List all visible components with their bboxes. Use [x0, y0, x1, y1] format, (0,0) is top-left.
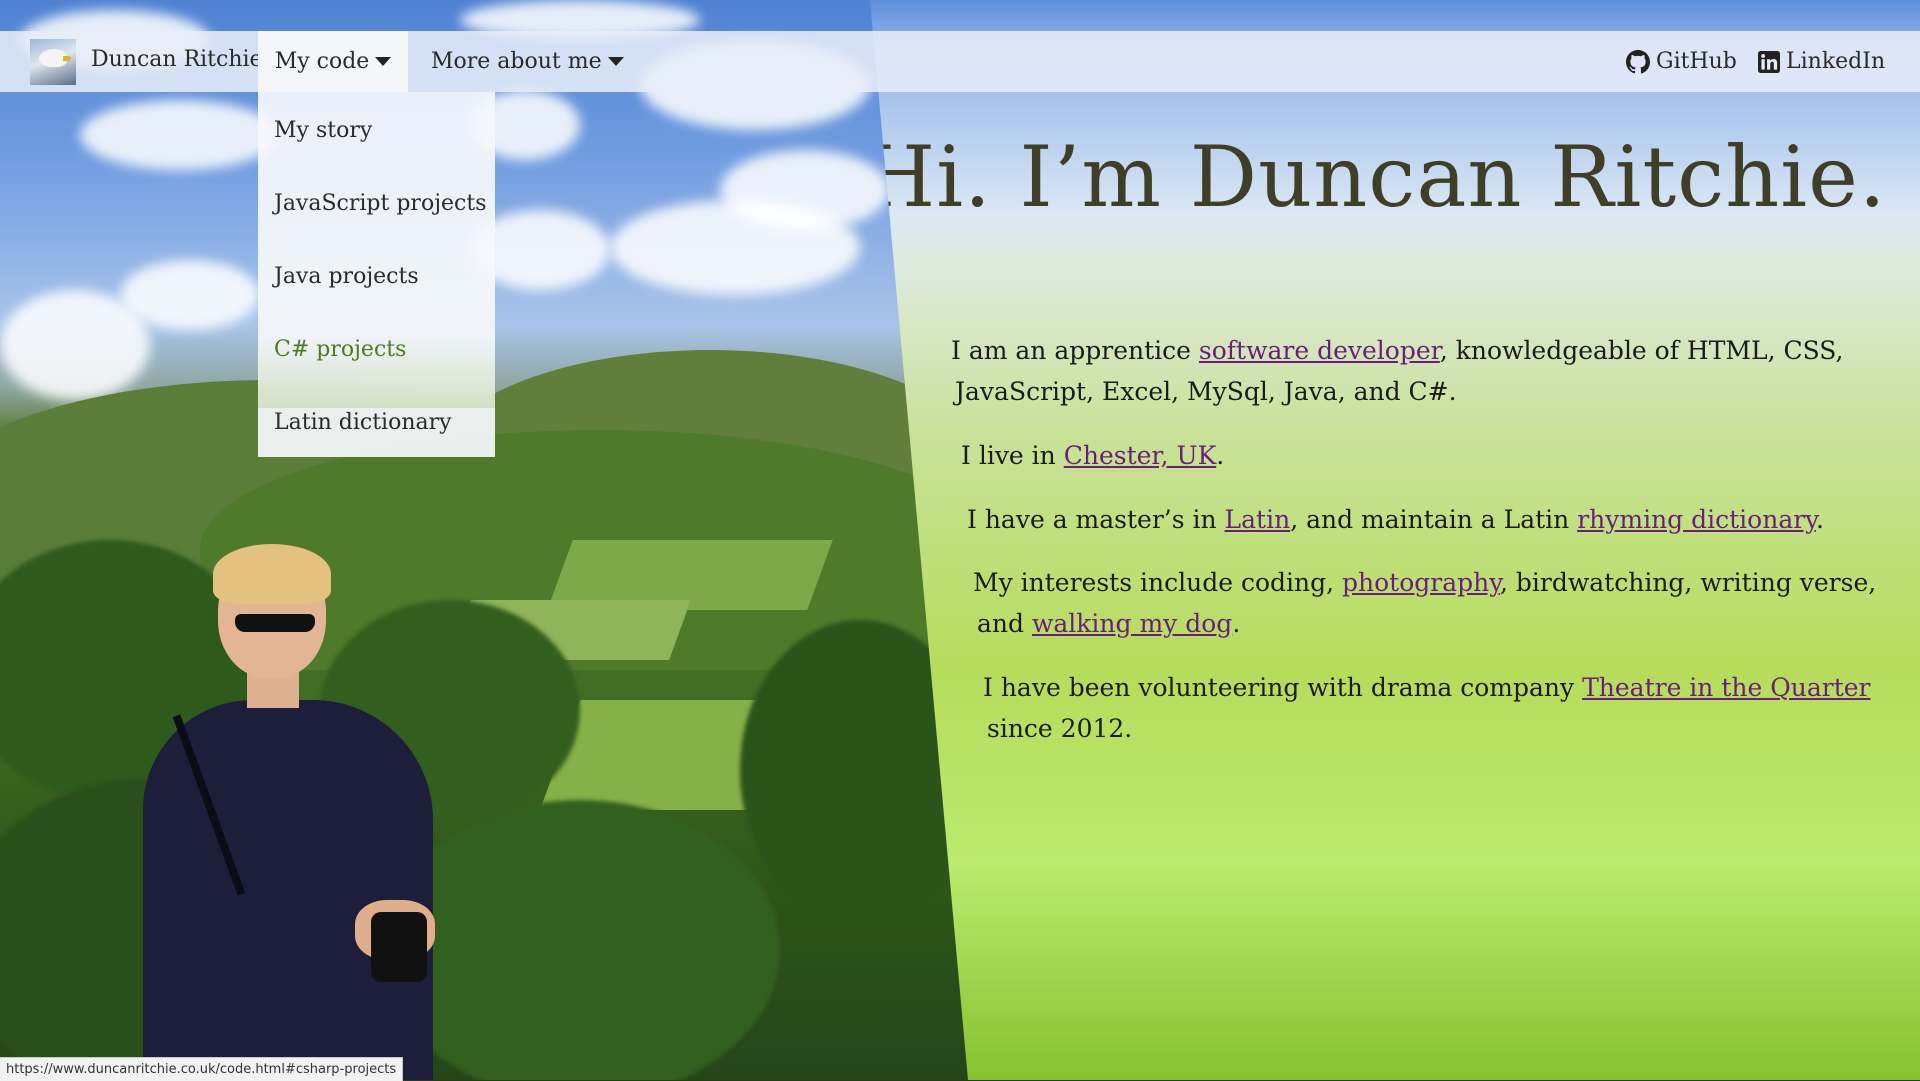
bio-paragraph-3: I have a master’s in Latin, and maintain… [967, 505, 1824, 534]
bio-paragraph-5: I have been volunteering with drama comp… [983, 673, 1871, 702]
cloud [610, 200, 860, 295]
menu-item-java-projects[interactable]: Java projects [274, 264, 419, 289]
menu-item-latin-dictionary[interactable]: Latin dictionary [274, 410, 452, 435]
bio-paragraph-5-cont: since 2012. [987, 714, 1133, 743]
seagull-logo-icon[interactable] [30, 39, 76, 85]
nav-linkedin-link[interactable]: LinkedIn [1758, 31, 1885, 92]
bio-paragraph-1: I am an apprentice software developer, k… [951, 336, 1844, 365]
cloud [80, 100, 280, 170]
bio-paragraph-2: I live in Chester, UK. [961, 441, 1225, 470]
sunglasses [235, 614, 315, 632]
menu-item-my-story[interactable]: My story [274, 118, 372, 143]
nav-github-link[interactable]: GitHub [1626, 31, 1737, 92]
navbar: Duncan Ritchie My code More about me Git… [0, 31, 1920, 92]
page-title: Hi. I’m Duncan Ritchie. [862, 128, 1887, 226]
nav-more-about-me-dropdown[interactable]: More about me [431, 31, 624, 92]
bio-paragraph-4: My interests include coding, photography… [973, 568, 1877, 597]
walking-my-dog-link[interactable]: walking my dog [1032, 609, 1232, 638]
github-icon [1626, 49, 1650, 73]
bio-paragraph-1-cont: JavaScript, Excel, MySql, Java, and C#. [955, 377, 1457, 406]
photography-link[interactable]: photography [1342, 568, 1500, 597]
latin-link[interactable]: Latin [1225, 505, 1291, 534]
theatre-in-the-quarter-link[interactable]: Theatre in the Quarter [1582, 673, 1870, 702]
portrait-person [135, 544, 445, 1080]
link-status-bar: https://www.duncanritchie.co.uk/code.htm… [0, 1057, 404, 1081]
rhyming-dictionary-link[interactable]: rhyming dictionary [1577, 505, 1816, 534]
linkedin-icon [1758, 50, 1780, 73]
brand-name-link[interactable]: Duncan Ritchie [91, 47, 263, 72]
hero-photo [0, 0, 1000, 1080]
menu-item-javascript-projects[interactable]: JavaScript projects [274, 191, 486, 216]
caret-down-icon [375, 57, 392, 66]
camera [371, 912, 427, 982]
chester-uk-link[interactable]: Chester, UK [1064, 441, 1217, 470]
menu-item-csharp-projects[interactable]: C# projects [274, 337, 406, 362]
my-code-dropdown-menu: My story JavaScript projects Java projec… [258, 92, 495, 457]
cloud [120, 260, 260, 330]
hair [213, 544, 331, 604]
nav-my-code-dropdown[interactable]: My code [258, 31, 408, 92]
bio-paragraph-4-cont: and walking my dog. [977, 609, 1241, 638]
caret-down-icon [607, 57, 624, 66]
software-developer-link[interactable]: software developer [1199, 336, 1440, 365]
